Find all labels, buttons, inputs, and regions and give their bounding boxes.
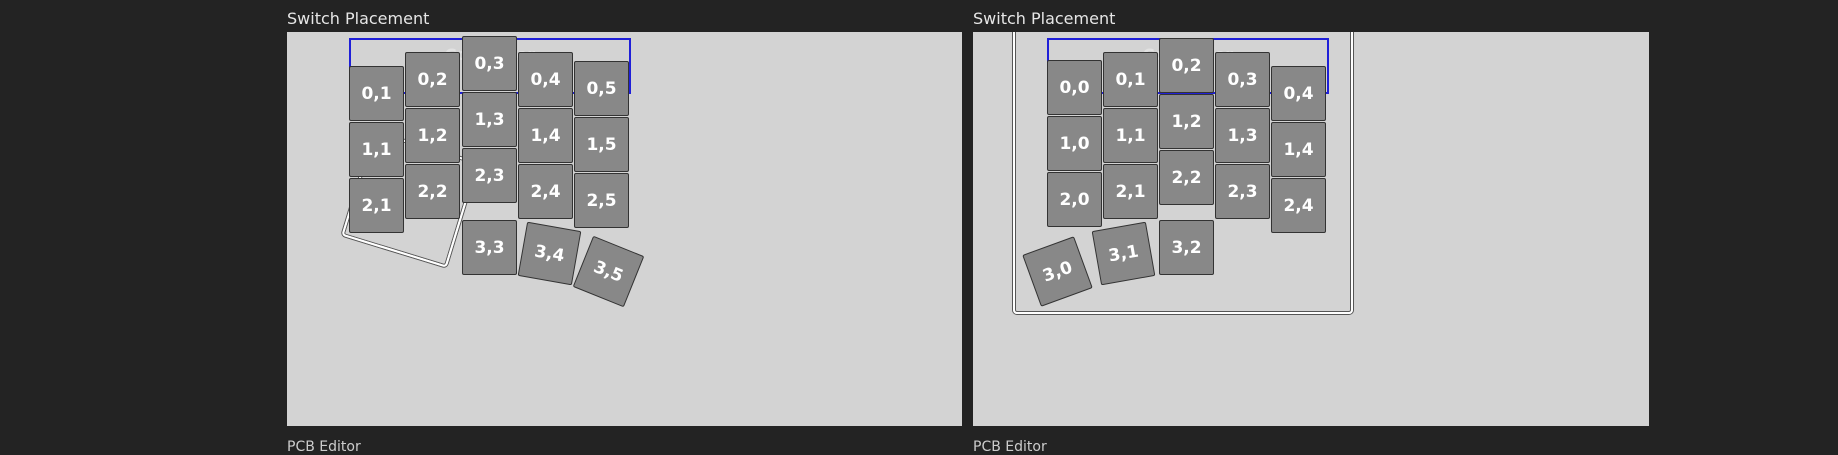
switch-placement-canvas[interactable]: Controller 0,0 0,1 0,2 0,3 0,4 1,0 1,1 1…: [973, 32, 1649, 426]
switch-key-label: 3,2: [1171, 237, 1202, 258]
switch-key-label: 1,5: [586, 134, 617, 155]
switch-key[interactable]: 3,2: [1159, 220, 1214, 275]
switch-key-label: 3,5: [590, 256, 627, 287]
switch-key[interactable]: 0,0: [1047, 60, 1102, 115]
panel-title: Switch Placement: [287, 9, 430, 28]
panel-title: Switch Placement: [973, 9, 1116, 28]
switch-key[interactable]: 2,0: [1047, 172, 1102, 227]
switch-key-label: 0,3: [1227, 69, 1258, 90]
switch-key-label: 3,0: [1039, 256, 1076, 287]
switch-key[interactable]: 1,3: [462, 92, 517, 147]
switch-key-label: 0,3: [474, 53, 505, 74]
switch-key-label: 1,4: [530, 125, 561, 146]
switch-key-label: 1,3: [1227, 125, 1258, 146]
switch-key[interactable]: 0,2: [405, 52, 460, 107]
switch-key[interactable]: 0,2: [1159, 38, 1214, 93]
switch-key[interactable]: 0,1: [1103, 52, 1158, 107]
switch-key[interactable]: 0,3: [1215, 52, 1270, 107]
switch-key-label: 0,4: [530, 69, 561, 90]
switch-key[interactable]: 1,4: [518, 108, 573, 163]
switch-key[interactable]: 2,1: [1103, 164, 1158, 219]
switch-key-label: 3,1: [1106, 241, 1141, 266]
switch-key-label: 2,5: [586, 190, 617, 211]
switch-placement-canvas[interactable]: Controller 0,1 0,2 0,3 0,4 0,5 1,1 1,2 1…: [287, 32, 962, 426]
next-section-label: PCB Editor: [973, 439, 1047, 455]
switch-key[interactable]: 3,1: [1091, 221, 1156, 286]
switch-key[interactable]: 1,0: [1047, 116, 1102, 171]
switch-key[interactable]: 2,4: [1271, 178, 1326, 233]
switch-key[interactable]: 1,5: [574, 117, 629, 172]
switch-key-label: 2,1: [361, 195, 392, 216]
switch-key-label: 1,4: [1283, 139, 1314, 160]
switch-key[interactable]: 2,3: [1215, 164, 1270, 219]
switch-key-label: 0,2: [417, 69, 448, 90]
switch-key-label: 0,1: [361, 83, 392, 104]
switch-key[interactable]: 2,2: [1159, 150, 1214, 205]
switch-key-label: 2,3: [1227, 181, 1258, 202]
switch-key[interactable]: 0,3: [462, 36, 517, 91]
switch-key[interactable]: 2,3: [462, 148, 517, 203]
switch-key-label: 3,3: [474, 237, 505, 258]
switch-key-label: 2,4: [1283, 195, 1314, 216]
switch-key[interactable]: 1,4: [1271, 122, 1326, 177]
switch-key-label: 2,1: [1115, 181, 1146, 202]
switch-key[interactable]: 2,2: [405, 164, 460, 219]
switch-key-label: 0,2: [1171, 55, 1202, 76]
switch-key-label: 0,5: [586, 78, 617, 99]
switch-key-label: 2,2: [1171, 167, 1202, 188]
switch-key[interactable]: 2,5: [574, 173, 629, 228]
switch-key[interactable]: 1,2: [405, 108, 460, 163]
switch-key[interactable]: 0,4: [1271, 66, 1326, 121]
switch-key[interactable]: 3,5: [572, 235, 645, 308]
switch-key-label: 1,0: [1059, 133, 1090, 154]
switch-key-label: 1,3: [474, 109, 505, 130]
switch-key[interactable]: 0,1: [349, 66, 404, 121]
switch-key-label: 1,2: [417, 125, 448, 146]
switch-key-label: 1,2: [1171, 111, 1202, 132]
switch-key-label: 3,4: [532, 241, 567, 266]
switch-key[interactable]: 2,4: [518, 164, 573, 219]
switch-key[interactable]: 3,4: [517, 221, 582, 286]
switch-key[interactable]: 1,1: [1103, 108, 1158, 163]
switch-key[interactable]: 1,1: [349, 122, 404, 177]
switch-key-label: 2,4: [530, 181, 561, 202]
switch-key-label: 2,3: [474, 165, 505, 186]
switch-key-label: 2,0: [1059, 189, 1090, 210]
switch-key-label: 1,1: [1115, 125, 1146, 146]
next-section-label: PCB Editor: [287, 439, 361, 455]
switch-key[interactable]: 0,5: [574, 61, 629, 116]
switch-key-label: 1,1: [361, 139, 392, 160]
switch-key[interactable]: 1,2: [1159, 94, 1214, 149]
switch-key[interactable]: 3,3: [462, 220, 517, 275]
switch-key[interactable]: 0,4: [518, 52, 573, 107]
switch-key[interactable]: 1,3: [1215, 108, 1270, 163]
switch-key-label: 0,4: [1283, 83, 1314, 104]
switch-key-label: 0,0: [1059, 77, 1090, 98]
switch-key-label: 0,1: [1115, 69, 1146, 90]
switch-key[interactable]: 2,1: [349, 178, 404, 233]
switch-key-label: 2,2: [417, 181, 448, 202]
